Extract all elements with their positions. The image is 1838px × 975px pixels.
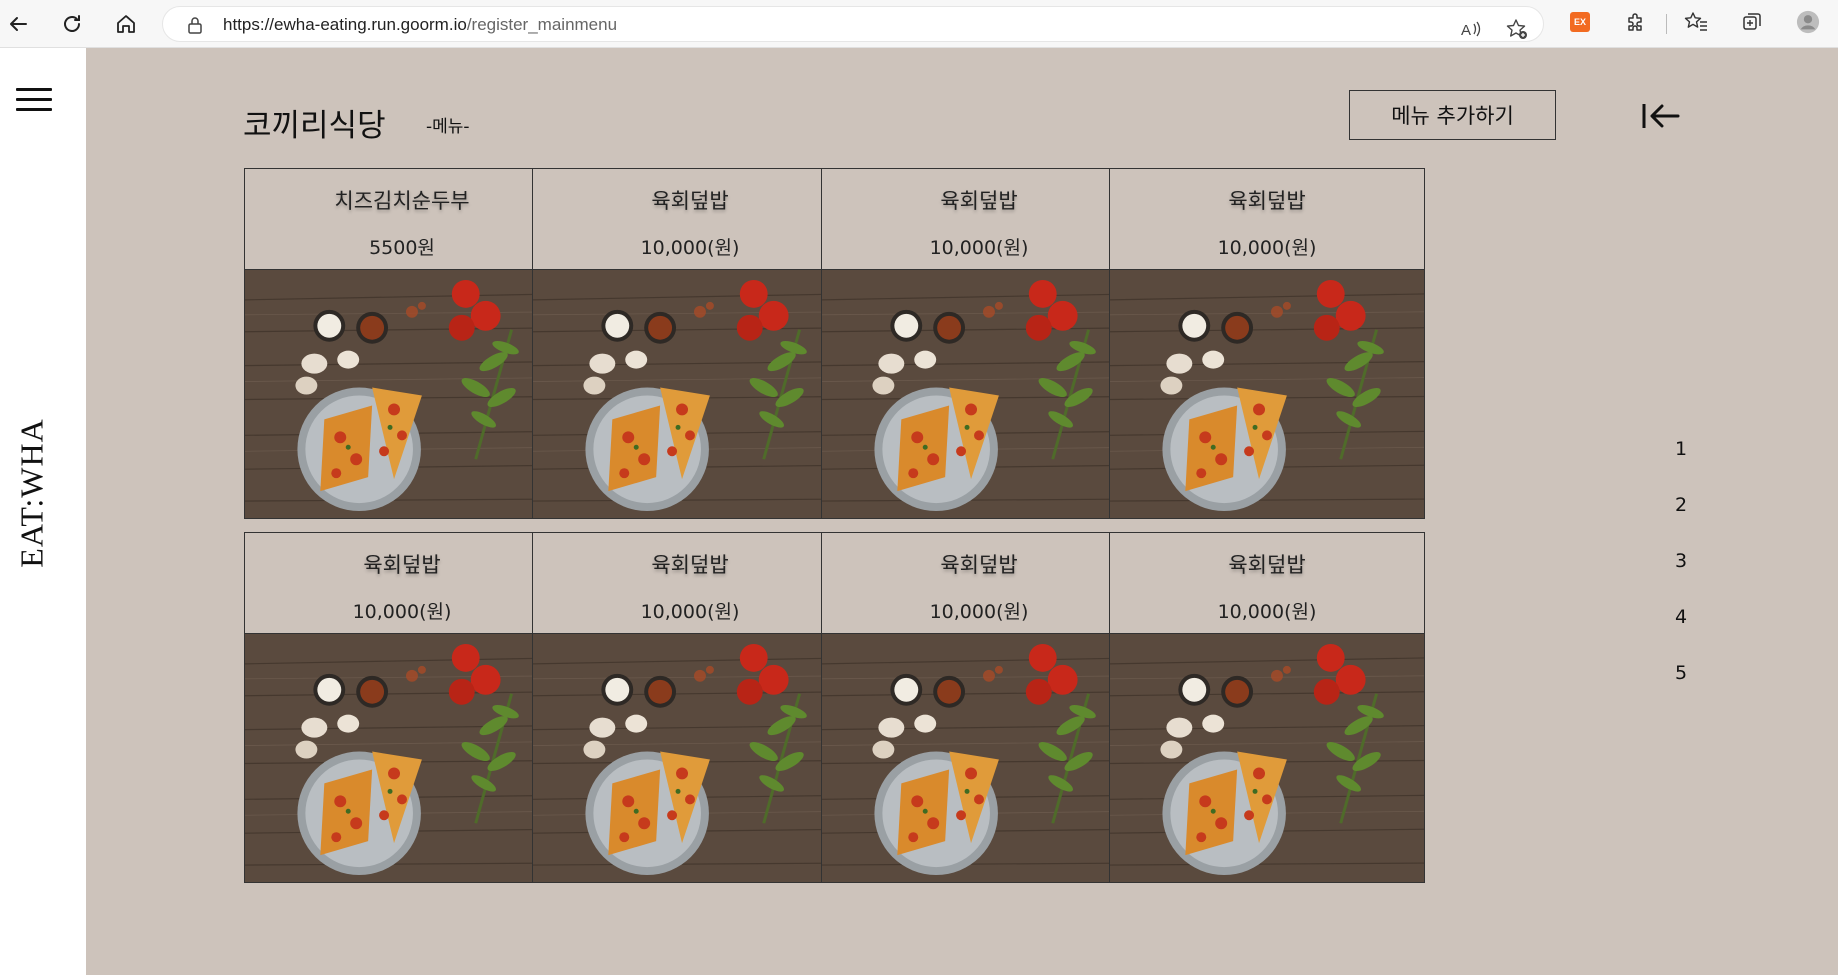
menu-card-photo	[245, 269, 559, 519]
menu-card-name: 육회덮밥	[940, 189, 1018, 213]
refresh-icon[interactable]	[56, 8, 88, 40]
page-link[interactable]: 2	[1666, 494, 1696, 550]
menu-subtitle: -메뉴-	[426, 117, 470, 137]
menu-card-name: 육회덮밥	[651, 189, 729, 213]
page-link[interactable]: 1	[1666, 438, 1696, 494]
site-logo[interactable]: EAT:WHA	[12, 413, 52, 573]
menu-card-name: 육회덮밥	[1228, 553, 1306, 577]
menu-card-name: 육회덮밥	[940, 553, 1018, 577]
menu-card-photo	[245, 633, 559, 883]
menu-card-name: 치즈김치순두부	[334, 189, 470, 213]
hamburger-menu-icon[interactable]	[16, 88, 52, 112]
add-menu-button[interactable]: 메뉴 추가하기	[1349, 90, 1556, 140]
read-aloud-icon[interactable]: A	[1457, 15, 1485, 43]
url-text[interactable]: https://ewha-eating.run.goorm.io/registe…	[223, 15, 617, 35]
menu-card-price: 10,000(원)	[640, 601, 740, 623]
profile-avatar-icon[interactable]	[1796, 10, 1820, 34]
toolbar-divider	[1666, 14, 1667, 34]
menu-card-price: 10,000(원)	[929, 601, 1029, 623]
page-link[interactable]: 5	[1666, 662, 1696, 718]
menu-card-price: 5500원	[369, 237, 435, 259]
menu-card[interactable]: 육회덮밥 10,000(원)	[821, 168, 1137, 519]
menu-grid: 치즈김치순두부 5500원 육회덮밥 10,000(원) 육회덮밥 10,000(원) 육회…	[244, 168, 1574, 948]
menu-card-photo	[533, 633, 847, 883]
address-bar[interactable]: https://ewha-eating.run.goorm.io/registe…	[162, 6, 1544, 42]
menu-card[interactable]: 육회덮밥 10,000(원)	[821, 532, 1137, 883]
add-favorite-icon[interactable]	[1503, 15, 1531, 43]
page-link[interactable]: 3	[1666, 550, 1696, 606]
menu-card-price: 10,000(원)	[352, 601, 452, 623]
main-content: 코끼리식당 -메뉴- 메뉴 추가하기 치즈김치순두부 5500원 육회덮밥 10,00…	[86, 48, 1838, 975]
menu-card[interactable]: 육회덮밥 10,000(원)	[532, 532, 848, 883]
page-link[interactable]: 4	[1666, 606, 1696, 662]
url-path: /register_mainmenu	[466, 15, 618, 34]
menu-card-photo	[822, 269, 1136, 519]
hamburger-line	[16, 98, 52, 101]
url-host: https://ewha-eating.run.goorm.io	[223, 15, 467, 34]
back-icon[interactable]	[2, 8, 34, 40]
menu-card-price: 10,000(원)	[929, 237, 1029, 259]
browser-toolbar: https://ewha-eating.run.goorm.io/registe…	[0, 0, 1838, 48]
menu-card-name: 육회덮밥	[651, 553, 729, 577]
menu-card[interactable]: 치즈김치순두부 5500원	[244, 168, 560, 519]
pagination: 12345	[1666, 438, 1696, 718]
menu-card-photo	[822, 633, 1136, 883]
site-logo-text: EAT:WHA	[13, 418, 50, 568]
home-icon[interactable]	[110, 8, 142, 40]
menu-card[interactable]: 육회덮밥 10,000(원)	[244, 532, 560, 883]
menu-card[interactable]: 육회덮밥 10,000(원)	[1109, 532, 1425, 883]
collapse-left-icon[interactable]	[1638, 98, 1682, 134]
left-sidebar: EAT:WHA	[0, 48, 86, 975]
favorites-icon[interactable]	[1684, 10, 1708, 34]
menu-card-name: 육회덮밥	[1228, 189, 1306, 213]
menu-card-price: 10,000(원)	[1217, 601, 1317, 623]
extension-ex-label: EX	[1570, 12, 1590, 32]
svg-text:A: A	[1461, 22, 1471, 39]
hamburger-line	[16, 88, 52, 91]
hamburger-line	[16, 108, 52, 111]
menu-card[interactable]: 육회덮밥 10,000(원)	[1109, 168, 1425, 519]
menu-card-price: 10,000(원)	[1217, 237, 1317, 259]
menu-card-photo	[1110, 269, 1424, 519]
menu-card[interactable]: 육회덮밥 10,000(원)	[532, 168, 848, 519]
menu-card-price: 10,000(원)	[640, 237, 740, 259]
collections-icon[interactable]	[1740, 10, 1764, 34]
extension-ex-icon[interactable]: EX	[1568, 10, 1592, 34]
menu-card-photo	[533, 269, 847, 519]
lock-icon[interactable]	[187, 16, 203, 38]
extensions-puzzle-icon[interactable]	[1624, 10, 1648, 34]
restaurant-title: 코끼리식당	[243, 108, 386, 144]
menu-card-photo	[1110, 633, 1424, 883]
menu-card-name: 육회덮밥	[363, 553, 441, 577]
